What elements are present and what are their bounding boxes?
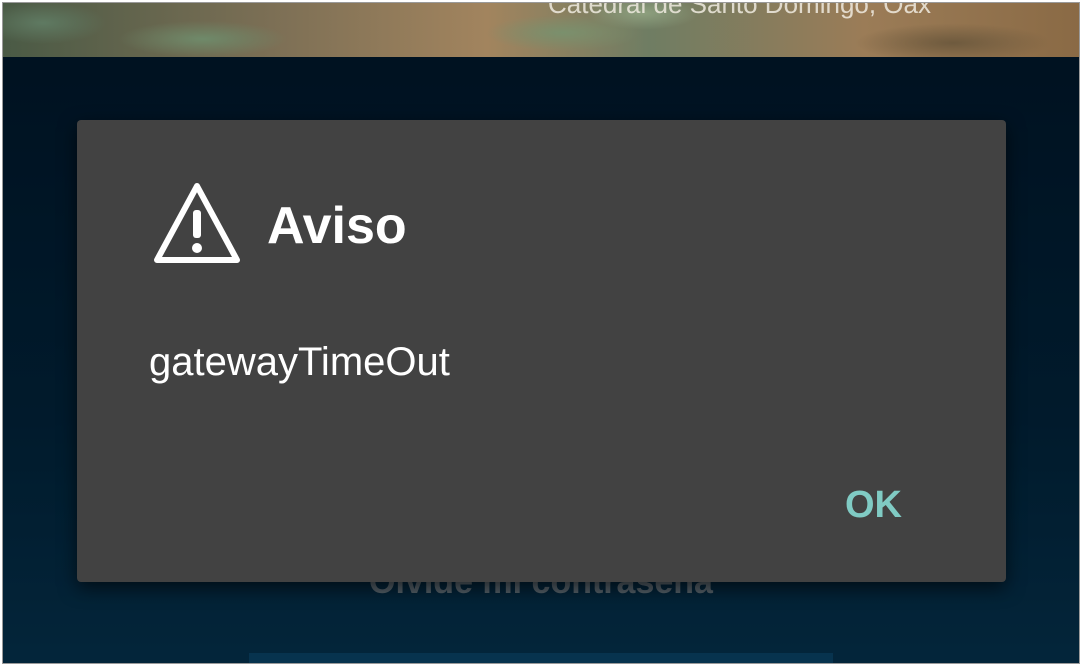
ok-button[interactable]: OK: [833, 478, 914, 533]
header-photo: Catedral de Santo Domingo, Oax: [3, 3, 1079, 57]
alert-dialog: Aviso gatewayTimeOut OK: [77, 120, 1006, 582]
dialog-title: Aviso: [267, 197, 407, 255]
dialog-message: gatewayTimeOut: [149, 340, 450, 384]
screen-frame: Catedral de Santo Domingo, Oax Olvidé mi…: [2, 2, 1080, 664]
warning-icon: [154, 183, 240, 263]
photo-caption: Catedral de Santo Domingo, Oax: [548, 2, 931, 19]
